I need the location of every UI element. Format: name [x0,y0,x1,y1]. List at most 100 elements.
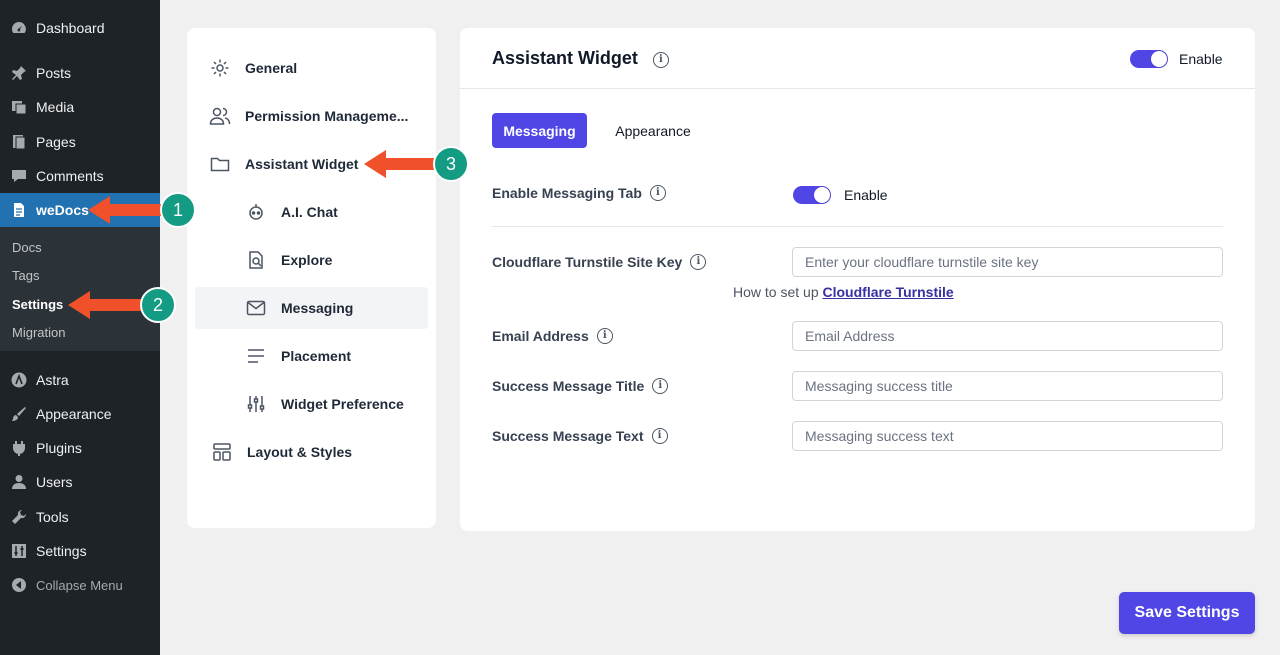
enable-messaging-tab-label: Enable Messaging Tab i [492,185,666,201]
nav-layout-styles[interactable]: Layout & Styles [187,431,436,473]
info-icon[interactable]: i [651,428,668,444]
helper-text: How to set up [733,284,819,300]
nav-ai-chat[interactable]: A.I. Chat [187,191,436,233]
assistant-widget-card: Assistant Widget i Enable Messaging Appe… [460,28,1255,531]
nav-label: Explore [281,252,333,268]
messaging-tab-toggle[interactable] [793,186,831,204]
label-text: Email Address [492,328,589,344]
settings-nav-panel: General Permission Manageme... Assistant… [187,28,436,528]
widget-enable-toggle[interactable] [1130,50,1168,68]
layout-icon [211,441,233,463]
menu-label: Appearance [36,406,112,422]
plug-icon [10,439,28,457]
menu-settings[interactable]: Settings [0,534,160,568]
menu-tools[interactable]: Tools [0,500,160,534]
pages-icon [10,133,28,151]
collapse-menu-button[interactable]: Collapse Menu [0,568,160,602]
toggle-knob [1151,51,1167,67]
menu-label: Collapse Menu [36,577,123,593]
astra-icon [10,371,28,389]
success-text-input[interactable] [792,421,1223,451]
nav-general[interactable]: General [187,47,436,89]
nav-label: Assistant Widget [245,156,359,172]
label-text: Cloudflare Turnstile Site Key [492,254,683,270]
folder-icon [209,153,231,175]
menu-appearance[interactable]: Appearance [0,397,160,431]
users-icon [209,105,231,127]
nav-permission-management[interactable]: Permission Manageme... [187,95,436,137]
tab-messaging[interactable]: Messaging [492,113,587,148]
wrench-icon [10,508,28,526]
turnstile-helper: How to set up Cloudflare Turnstile [733,284,954,300]
user-icon [10,473,28,491]
dashboard-icon [10,19,28,37]
success-title-label: Success Message Title i [492,378,669,394]
toggle-knob [814,187,830,203]
menu-label: Astra [36,372,69,388]
card-header: Assistant Widget i Enable [460,28,1255,89]
search-doc-icon [245,249,267,271]
pin-icon [10,64,28,82]
divider [492,226,1223,227]
save-settings-button[interactable]: Save Settings [1119,592,1255,634]
collapse-icon [10,576,28,594]
nav-explore[interactable]: Explore [187,239,436,281]
menu-dashboard[interactable]: Dashboard [0,11,160,45]
info-icon[interactable]: i [596,328,613,344]
email-address-input[interactable] [792,321,1223,351]
label-text: Success Message Text [492,428,644,444]
nav-label: A.I. Chat [281,204,338,220]
menu-posts[interactable]: Posts [0,56,160,90]
menu-label: Plugins [36,440,82,456]
submenu-migration[interactable]: Migration [12,325,65,340]
messaging-enable-label: Enable [844,187,888,203]
brush-icon [10,405,28,423]
robot-icon [245,201,267,223]
success-text-label: Success Message Text i [492,428,668,444]
annotation-badge-1: 1 [160,192,196,228]
menu-label: Media [36,99,75,115]
menu-comments[interactable]: Comments [0,159,160,193]
cloudflare-turnstile-link[interactable]: Cloudflare Turnstile [823,284,954,300]
nav-label: Widget Preference [281,396,404,412]
nav-messaging[interactable]: Messaging [195,287,428,329]
document-icon [10,201,28,219]
menu-users[interactable]: Users [0,465,160,499]
menu-astra[interactable]: Astra [0,363,160,397]
menu-pages[interactable]: Pages [0,125,160,159]
info-icon[interactable]: i [649,185,666,201]
label-text: Success Message Title [492,378,645,394]
submenu-tags[interactable]: Tags [12,268,39,283]
tab-appearance[interactable]: Appearance [598,113,708,148]
menu-plugins[interactable]: Plugins [0,431,160,465]
success-title-input[interactable] [792,371,1223,401]
email-address-label: Email Address i [492,328,613,344]
info-icon[interactable]: i [690,254,707,270]
label-text: Enable Messaging Tab [492,185,642,201]
info-icon[interactable]: i [652,378,669,394]
menu-label: Comments [36,168,104,184]
gear-icon [209,57,231,79]
menu-label: Pages [36,134,76,150]
turnstile-key-input[interactable] [792,247,1223,277]
nav-label: Layout & Styles [247,444,353,460]
menu-label: Tools [36,509,69,525]
enable-label: Enable [1179,51,1223,67]
nav-placement[interactable]: Placement [187,335,436,377]
menu-label: Settings [36,543,87,559]
nav-label: Permission Manageme... [245,108,409,124]
sliders-icon [245,393,267,415]
menu-label: Users [36,474,73,490]
annotation-arrow-3 [364,150,440,178]
submenu-docs[interactable]: Docs [12,240,42,255]
menu-label: weDocs [36,202,89,218]
info-icon[interactable]: i [652,52,669,68]
submenu-settings[interactable]: Settings [12,297,63,312]
sliders-icon [10,542,28,560]
mail-icon [245,297,267,319]
nav-label: Placement [281,348,352,364]
annotation-arrow-2 [68,291,144,319]
menu-media[interactable]: Media [0,90,160,124]
nav-widget-preference[interactable]: Widget Preference [187,383,436,425]
media-icon [10,98,28,116]
